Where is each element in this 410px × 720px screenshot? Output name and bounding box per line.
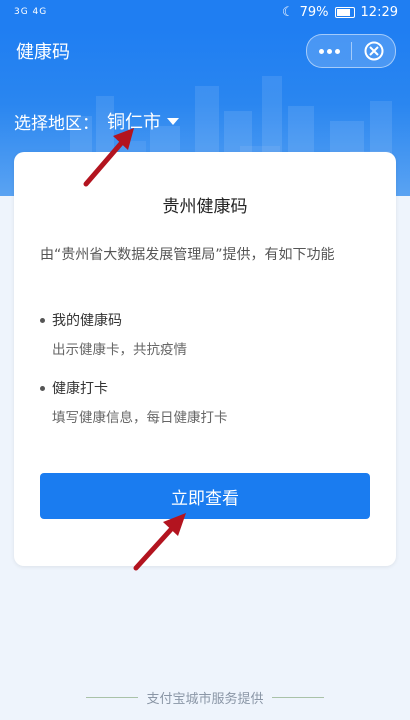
close-button[interactable] — [352, 35, 395, 67]
feature-title: 健康打卡 — [52, 381, 108, 397]
battery-percent: 79% — [299, 5, 329, 20]
bullet-icon — [40, 318, 45, 323]
bullet-icon — [40, 386, 45, 391]
moon-icon: ☾ — [281, 5, 294, 20]
feature-title: 我的健康码 — [52, 313, 122, 329]
footer-provider-text: 支付宝城市服务提供 — [146, 692, 264, 707]
health-code-card: 贵州健康码 由“贵州省大数据发展管理局”提供，有如下功能 我的健康码 出示健康卡… — [14, 152, 396, 566]
feature-description: 填写健康信息，每日健康打卡 — [52, 410, 228, 426]
feature-description: 出示健康卡，共抗疫情 — [52, 342, 187, 358]
status-bar: 3G 4G ☾ 79% 12:29 — [0, 0, 410, 28]
footer-divider-right — [272, 697, 324, 698]
intro-text: 由“贵州省大数据发展管理局”提供，有如下功能 — [40, 247, 335, 263]
card-title: 贵州健康码 — [162, 197, 248, 217]
dropdown-caret-icon[interactable] — [167, 117, 179, 125]
close-circle-icon — [364, 41, 383, 61]
app-title: 健康码 — [16, 42, 70, 63]
mini-program-capsule — [306, 34, 396, 68]
signal-indicator: 3G 4G — [14, 7, 48, 17]
more-button[interactable] — [307, 35, 351, 67]
battery-icon — [334, 7, 355, 18]
clock: 12:29 — [360, 5, 398, 20]
region-label: 选择地区： — [14, 113, 99, 134]
view-now-button[interactable]: 立即查看 — [40, 473, 370, 519]
status-right: ☾ 79% 12:29 — [282, 5, 398, 20]
region-value[interactable]: 铜仁市 — [107, 108, 161, 134]
region-selector[interactable]: 选择地区： 铜仁市 — [14, 108, 179, 134]
